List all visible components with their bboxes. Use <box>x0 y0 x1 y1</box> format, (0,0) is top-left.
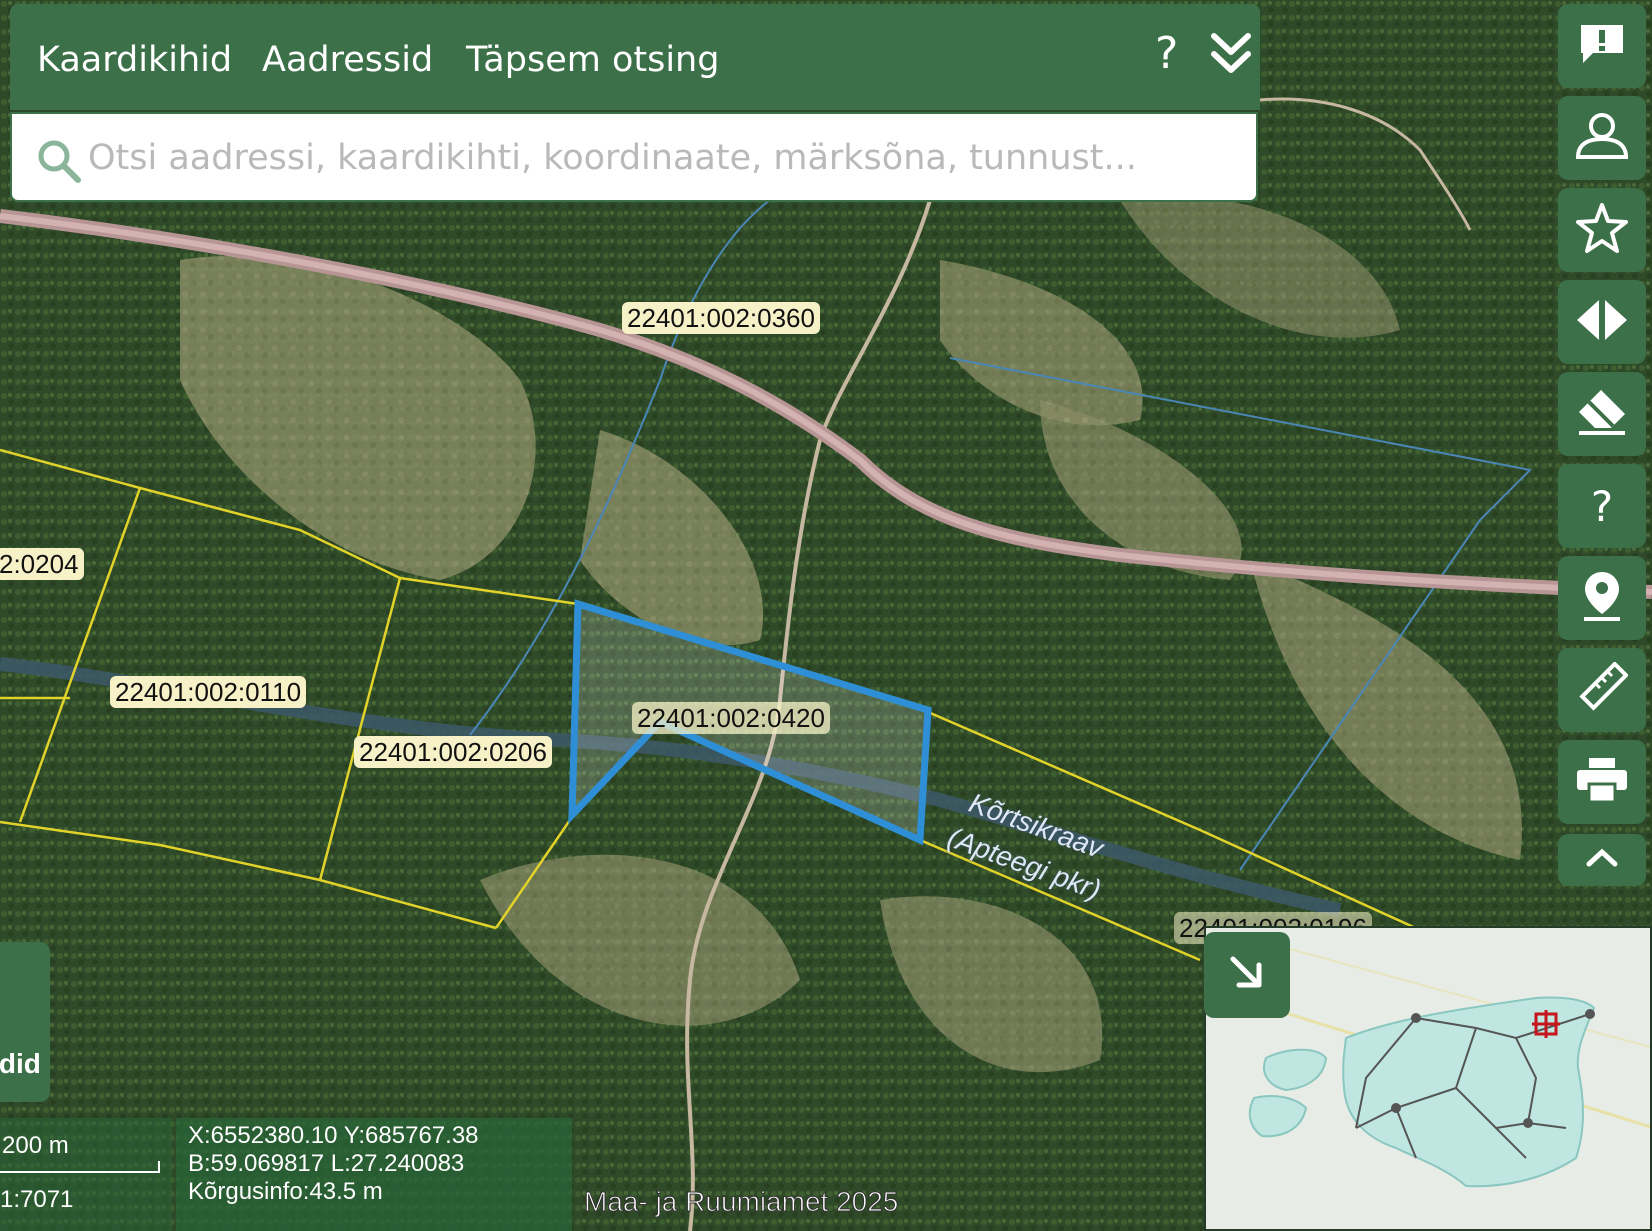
scale-distance: 200 m <box>2 1132 69 1159</box>
help-button[interactable]: ? <box>1155 28 1178 79</box>
print-button[interactable] <box>1558 740 1646 824</box>
eraser-icon <box>1575 388 1629 441</box>
split-view-button[interactable] <box>1558 280 1646 364</box>
chevron-up-icon <box>1585 848 1619 873</box>
map-layers-button[interactable]: rdid <box>0 942 50 1102</box>
coordinates-xy: X:6552380.10 Y:685767.38 <box>188 1122 479 1149</box>
split-view-icon <box>1575 298 1629 347</box>
tab-aadressid[interactable]: Aadressid <box>262 40 433 80</box>
copyright-text: Maa- ja Ruumiamet 2025 <box>583 1186 899 1218</box>
location-button[interactable] <box>1558 556 1646 640</box>
user-button[interactable] <box>1558 96 1646 180</box>
tab-kaardikihid[interactable]: Kaardikihid <box>37 40 232 80</box>
location-crosshair-icon <box>1532 1010 1560 1038</box>
printer-icon <box>1575 756 1629 809</box>
map-layers-label: rdid <box>0 1048 41 1079</box>
eraser-button[interactable] <box>1558 372 1646 456</box>
arrow-down-right-icon <box>1227 953 1267 998</box>
parcel-label: 22401:002:0110 <box>110 676 307 708</box>
coordinates-panel: X:6552380.10 Y:685767.38 B:59.069817 L:2… <box>176 1118 572 1231</box>
favorites-button[interactable] <box>1558 188 1646 272</box>
double-chevron-down-icon[interactable] <box>1208 28 1254 78</box>
ruler-icon <box>1576 660 1629 719</box>
help-icon: ? <box>1590 481 1614 531</box>
parcel-label: 22401:002:0206 <box>354 736 552 768</box>
location-pin-icon <box>1582 570 1622 627</box>
minimap-toggle-button[interactable] <box>1204 932 1290 1018</box>
search-icon <box>36 138 82 189</box>
height-info: Kõrgusinfo:43.5 m <box>188 1178 383 1205</box>
parcel-label: 2:0204 <box>0 548 84 580</box>
user-icon <box>1574 111 1630 166</box>
scale-line <box>0 1161 160 1173</box>
top-bar: Kaardikihid Aadressid Täpsem otsing ? <box>10 4 1260 110</box>
scale-ratio: 1:7071 <box>0 1186 74 1213</box>
coordinates-bl: B:59.069817 L:27.240083 <box>188 1150 465 1177</box>
feedback-icon <box>1577 21 1627 72</box>
search-input[interactable] <box>86 132 1240 184</box>
star-icon <box>1575 202 1629 259</box>
help-side-button[interactable]: ? <box>1558 464 1646 548</box>
parcel-label: 22401:002:0360 <box>622 302 820 334</box>
feedback-button[interactable] <box>1558 4 1646 88</box>
search-bar <box>10 112 1258 202</box>
measure-button[interactable] <box>1558 648 1646 732</box>
parcel-label: 22401:002:0420 <box>632 702 830 734</box>
collapse-toolbar-button[interactable] <box>1558 834 1646 886</box>
scale-bar: 200 m 1:7071 <box>0 1118 172 1231</box>
tab-tapsem-otsing[interactable]: Täpsem otsing <box>466 40 719 80</box>
